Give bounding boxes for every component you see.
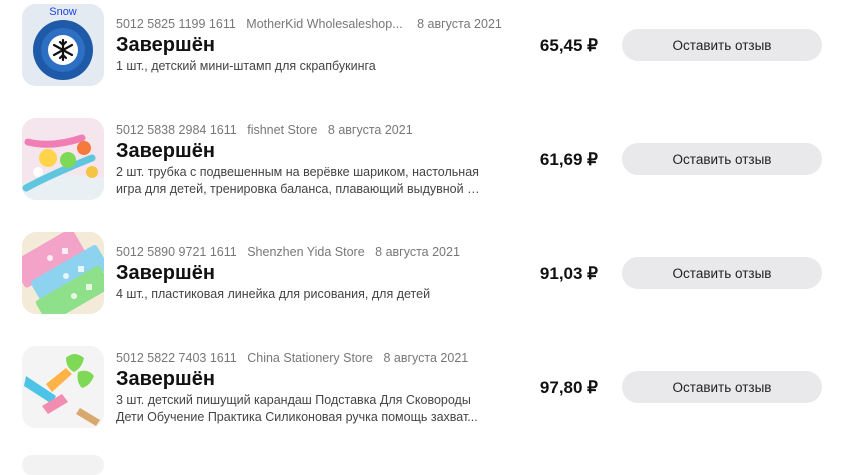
order-number: 5012 5825 1199 1611	[116, 17, 236, 31]
order-meta: 5012 5825 1199 1611 MotherKid Wholesales…	[116, 17, 509, 31]
product-thumbnail[interactable]	[22, 232, 104, 314]
store-name[interactable]: fishnet Store	[247, 123, 317, 137]
product-thumbnail[interactable]: Snow	[22, 4, 104, 86]
order-status: Завершён	[116, 140, 215, 162]
order-date: 8 августа 2021	[383, 351, 469, 365]
order-number: 5012 5838 2984 1611	[116, 123, 237, 137]
product-description[interactable]: 1 шт., детский мини-штамп для скрапбукин…	[116, 58, 486, 75]
order-status: Завершён	[116, 262, 215, 284]
order-price: 97,80 ₽	[539, 378, 598, 397]
leave-review-button[interactable]: Оставить отзыв	[622, 371, 822, 403]
description-line: Дети Обучение Практика Силиконовая ручка…	[116, 410, 478, 424]
description-line: 4 шт., пластиковая линейка для рисования…	[116, 287, 431, 301]
order-date: 8 августа 2021	[417, 17, 502, 31]
order-price: 91,03 ₽	[539, 264, 598, 283]
order-meta: 5012 5822 7403 1611 China Stationery Sto…	[116, 351, 475, 365]
order-number: 5012 5890 9721 1611	[116, 245, 237, 259]
order-meta: 5012 5890 9721 1611 Shenzhen Yida Store …	[116, 245, 467, 259]
description-line: 2 шт. трубка с подвешенным на верёвке ша…	[116, 165, 479, 179]
description-line: 3 шт. детский пишущий карандаш Подставка…	[116, 393, 471, 407]
product-thumbnail[interactable]	[22, 118, 104, 200]
pencil-grip-image	[22, 346, 104, 428]
leave-review-button[interactable]: Оставить отзыв	[622, 143, 822, 175]
leave-review-button[interactable]: Оставить отзыв	[622, 257, 822, 289]
store-name[interactable]: MotherKid Wholesaleshop...	[246, 17, 402, 31]
order-date: 8 августа 2021	[327, 123, 413, 137]
order-number: 5012 5822 7403 1611	[116, 351, 237, 365]
order-meta: 5012 5838 2984 1611 fishnet Store 8 авгу…	[116, 123, 420, 137]
description-line: 1 шт., детский мини-штамп для скрапбукин…	[116, 59, 376, 73]
order-date: 8 августа 2021	[375, 245, 460, 259]
store-name[interactable]: Shenzhen Yida Store	[247, 245, 364, 259]
product-description[interactable]: 2 шт. трубка с подвешенным на верёвке ша…	[116, 164, 486, 198]
order-status: Завершён	[116, 368, 215, 390]
product-thumbnail[interactable]	[22, 455, 104, 475]
order-price: 65,45 ₽	[539, 36, 598, 55]
product-thumbnail[interactable]	[22, 346, 104, 428]
leave-review-button[interactable]: Оставить отзыв	[622, 29, 822, 61]
stencil-ruler-image	[22, 232, 104, 314]
store-name[interactable]: China Stationery Store	[247, 351, 373, 365]
order-status: Завершён	[116, 34, 215, 56]
thumbnail-caption: Snow	[49, 6, 77, 18]
blow-pipe-toy-image	[22, 118, 104, 200]
product-description[interactable]: 4 шт., пластиковая линейка для рисования…	[116, 286, 486, 303]
description-line: игра для детей, тренировка баланса, плав…	[116, 182, 486, 196]
product-description[interactable]: 3 шт. детский пишущий карандаш Подставка…	[116, 392, 486, 426]
order-price: 61,69 ₽	[539, 150, 598, 169]
